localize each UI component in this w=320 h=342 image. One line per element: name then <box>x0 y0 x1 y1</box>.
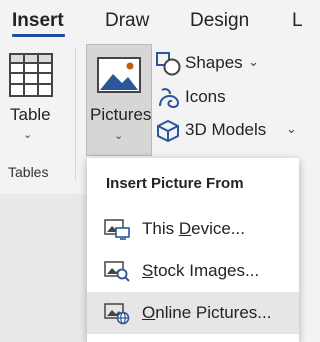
chevron-down-icon: ⌄ <box>23 129 33 141</box>
menu-item-online-pictures[interactable]: Online Pictures... <box>87 292 299 334</box>
table-label: Table <box>10 105 51 124</box>
shapes-button[interactable]: Shapes ⌄ <box>156 50 299 78</box>
3d-models-label: 3D Models <box>185 120 267 139</box>
tab-insert[interactable]: Insert <box>12 10 64 32</box>
menu-item-stock-images[interactable]: Stock Images... <box>87 250 299 292</box>
3d-models-button[interactable]: 3D Models ⌄ <box>156 117 299 145</box>
tab-design[interactable]: Design <box>190 10 249 32</box>
pictures-label: Pictures <box>90 105 152 124</box>
chevron-down-icon: ⌄ <box>286 121 297 136</box>
tab-draw[interactable]: Draw <box>105 10 149 32</box>
device-picture-icon <box>104 219 130 240</box>
tab-layout[interactable]: L <box>292 10 303 32</box>
menu-title: Insert Picture From <box>106 175 244 192</box>
stock-images-label: Stock Images... <box>142 261 260 280</box>
online-pictures-label: Online Pictures... <box>142 303 272 322</box>
chevron-down-icon: ⌄ <box>248 54 259 69</box>
group-divider <box>75 48 76 180</box>
3d-cube-icon <box>157 119 179 143</box>
active-tab-indicator <box>12 34 65 37</box>
icons-button[interactable]: Icons <box>156 84 299 112</box>
chevron-down-icon: ⌄ <box>114 130 124 142</box>
pictures-button[interactable]: Pictures ⌄ <box>86 44 152 156</box>
insert-picture-menu: Insert Picture From This Device... Stock… <box>87 158 299 342</box>
ribbon-tab-bar: Insert Draw Design L <box>0 0 303 44</box>
table-icon <box>9 53 53 97</box>
tables-group-label: Tables <box>8 164 49 180</box>
icons-label: Icons <box>185 87 226 106</box>
menu-item-this-device[interactable]: This Device... <box>87 208 299 250</box>
shapes-label: Shapes <box>185 53 243 72</box>
table-button[interactable]: Table ⌄ <box>0 44 64 154</box>
icons-icon <box>159 88 180 108</box>
pictures-icon <box>97 57 141 93</box>
stock-images-icon <box>104 261 130 282</box>
this-device-label: This Device... <box>142 219 245 238</box>
online-pictures-icon <box>104 303 130 325</box>
shapes-icon <box>156 52 181 76</box>
